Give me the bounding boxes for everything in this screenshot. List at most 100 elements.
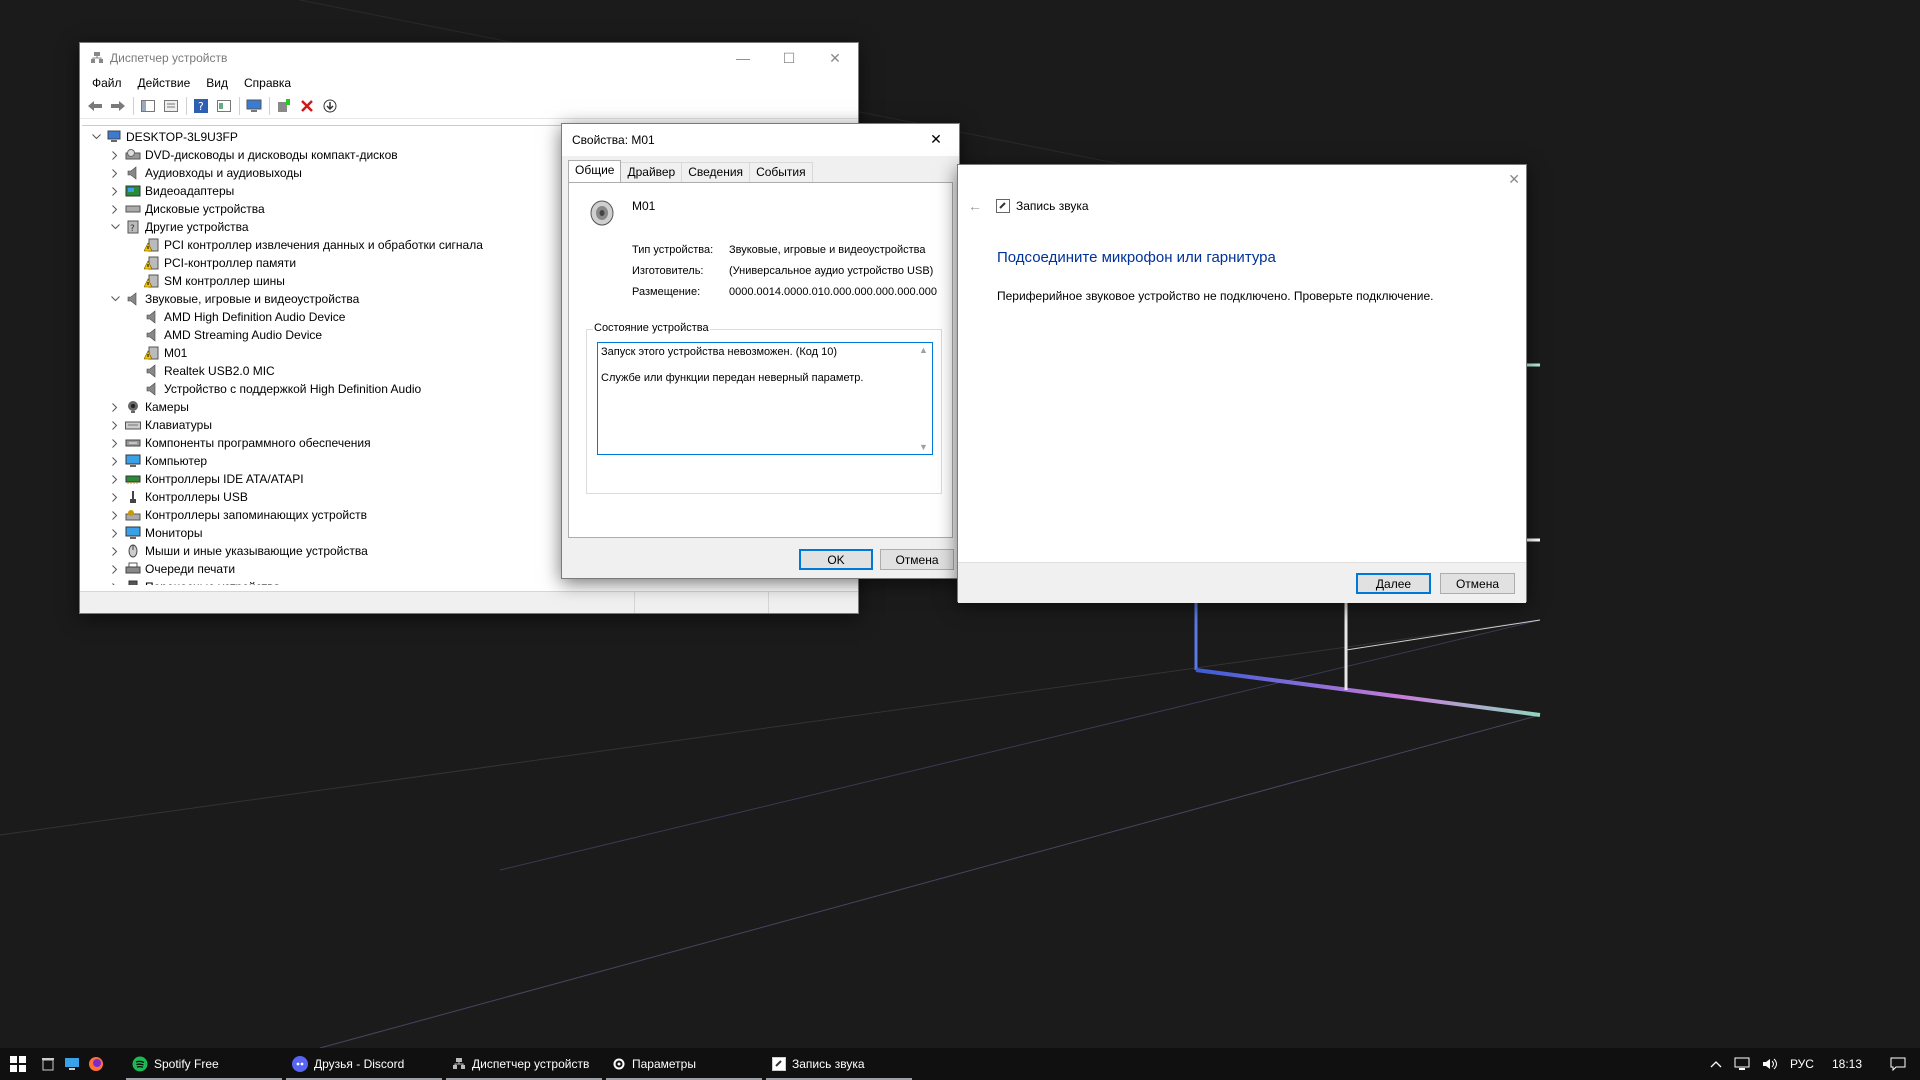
menu-file[interactable]: Файл [84, 76, 130, 90]
chevron-right-icon[interactable] [109, 204, 121, 214]
chevron-down-icon[interactable] [109, 224, 121, 230]
view-icon[interactable] [213, 96, 235, 116]
tab-details[interactable]: Сведения [681, 162, 751, 182]
chevron-right-icon[interactable] [109, 582, 121, 585]
status-scrollbar[interactable]: ▲ ▼ [915, 343, 932, 454]
usb-icon [125, 490, 141, 504]
show-hide-tree-icon[interactable] [137, 96, 159, 116]
back-arrow-icon[interactable]: ← [968, 198, 982, 214]
chevron-right-icon[interactable] [109, 474, 121, 484]
forward-arrow-icon[interactable] [107, 96, 129, 116]
this-pc-icon[interactable] [60, 1048, 84, 1080]
taskbar-app-label: Друзья - Discord [314, 1057, 405, 1071]
scroll-down-icon[interactable]: ▼ [919, 442, 928, 452]
device-status-group: Состояние устройства Запуск этого устрой… [586, 322, 942, 494]
device-manager-titlebar[interactable]: Диспетчер устройств — ☐ ✕ [80, 43, 858, 73]
svg-text:?: ? [130, 224, 135, 234]
camera-icon [125, 400, 141, 414]
wizard-header: ← Запись звука [968, 198, 1089, 214]
menu-help[interactable]: Справка [236, 76, 299, 90]
network-icon[interactable] [1734, 1057, 1750, 1071]
tree-item[interactable]: Переносные устройства [82, 578, 858, 585]
taskbar-app[interactable]: Параметры [604, 1048, 764, 1080]
chevron-down-icon[interactable] [90, 134, 102, 140]
device-type-value: Звуковые, игровые и видеоустройства [729, 244, 926, 256]
chevron-up-icon[interactable] [1710, 1060, 1722, 1068]
add-driver-icon[interactable] [273, 96, 295, 116]
chevron-right-icon[interactable] [109, 564, 121, 574]
portable-device-icon [125, 580, 141, 585]
chevron-right-icon[interactable] [109, 456, 121, 466]
sound-record-icon [772, 1057, 786, 1071]
clock[interactable]: 18:13 [1832, 1057, 1862, 1071]
tree-item-label: Мониторы [145, 526, 203, 540]
wizard-close-button[interactable]: ✕ [1508, 171, 1520, 188]
minimize-button[interactable]: — [720, 43, 766, 73]
ok-button[interactable]: OK [799, 549, 873, 570]
storage-controller-icon [125, 508, 141, 522]
chevron-right-icon[interactable] [109, 438, 121, 448]
manufacturer-label: Изготовитель: [632, 265, 704, 277]
properties-close-button[interactable]: ✕ [913, 124, 959, 154]
back-arrow-icon[interactable] [84, 96, 106, 116]
tree-item-label: Переносные устройства [145, 580, 280, 585]
taskbar-app[interactable]: Запись звука [764, 1048, 914, 1080]
chevron-right-icon[interactable] [109, 492, 121, 502]
tab-general[interactable]: Общие [568, 160, 622, 182]
update-driver-icon[interactable] [319, 96, 341, 116]
language-indicator[interactable]: РУС [1790, 1057, 1814, 1071]
close-button[interactable]: ✕ [812, 43, 858, 73]
speaker-icon [125, 292, 141, 306]
maximize-button[interactable]: ☐ [766, 43, 812, 73]
chevron-right-icon[interactable] [109, 168, 121, 178]
device-status-legend: Состояние устройства [593, 322, 710, 334]
chevron-right-icon[interactable] [109, 510, 121, 520]
tab-driver[interactable]: Драйвер [620, 162, 683, 182]
taskbar-app-label: Параметры [632, 1057, 696, 1071]
scan-hardware-icon[interactable] [243, 96, 265, 116]
next-button[interactable]: Далее [1356, 573, 1431, 594]
tree-item-label: Другие устройства [145, 220, 249, 234]
device-manager-title: Диспетчер устройств [110, 51, 228, 65]
tree-item-label: PCI-контроллер памяти [164, 256, 297, 270]
taskbar-app[interactable]: Друзья - Discord [284, 1048, 444, 1080]
scroll-up-icon[interactable]: ▲ [919, 345, 928, 355]
chevron-right-icon[interactable] [109, 420, 121, 430]
windows-start-icon[interactable] [0, 1048, 36, 1080]
tree-item-label: Аудиовходы и аудиовыходы [145, 166, 302, 180]
wizard-cancel-button[interactable]: Отмена [1440, 573, 1515, 594]
properties-sheet-icon[interactable] [160, 96, 182, 116]
uninstall-x-icon[interactable] [296, 96, 318, 116]
chevron-right-icon[interactable] [109, 150, 121, 160]
chevron-right-icon[interactable] [109, 186, 121, 196]
taskbar: Spotify Free Друзья - Discord Диспетчер ус… [0, 1048, 1920, 1080]
monitor-icon [125, 454, 141, 468]
chevron-right-icon[interactable] [109, 402, 121, 412]
volume-icon[interactable] [1762, 1057, 1778, 1071]
device-status-textbox[interactable]: Запуск этого устройства невозможен. (Код… [597, 342, 933, 455]
cancel-button[interactable]: Отмена [880, 549, 954, 570]
chevron-down-icon[interactable] [109, 296, 121, 302]
recycle-bin-icon[interactable] [36, 1048, 60, 1080]
taskbar-app[interactable]: Диспетчер устройств [444, 1048, 604, 1080]
device-name: M01 [632, 199, 656, 213]
firefox-icon[interactable] [84, 1048, 108, 1080]
menu-action[interactable]: Действие [130, 76, 199, 90]
monitor-icon [125, 526, 141, 540]
menu-view[interactable]: Вид [198, 76, 236, 90]
tab-events[interactable]: События [749, 162, 813, 182]
tree-item-label: Контроллеры запоминающих устройств [145, 508, 367, 522]
properties-titlebar[interactable]: Свойства: M01 ✕ [562, 124, 959, 156]
chevron-right-icon[interactable] [109, 546, 121, 556]
dvd-drive-icon [125, 148, 141, 162]
taskbar-app[interactable]: Spotify Free [124, 1048, 284, 1080]
chevron-right-icon[interactable] [109, 528, 121, 538]
properties-tabs: Общие Драйвер Сведения События [568, 160, 813, 182]
status-bar [80, 591, 858, 613]
help-icon[interactable]: ? [190, 96, 212, 116]
properties-title: Свойства: M01 [572, 133, 655, 147]
device-type-label: Тип устройства: [632, 244, 714, 256]
notifications-icon[interactable] [1890, 1057, 1906, 1071]
speaker-icon [144, 310, 160, 324]
tree-item-label: Очереди печати [145, 562, 236, 576]
